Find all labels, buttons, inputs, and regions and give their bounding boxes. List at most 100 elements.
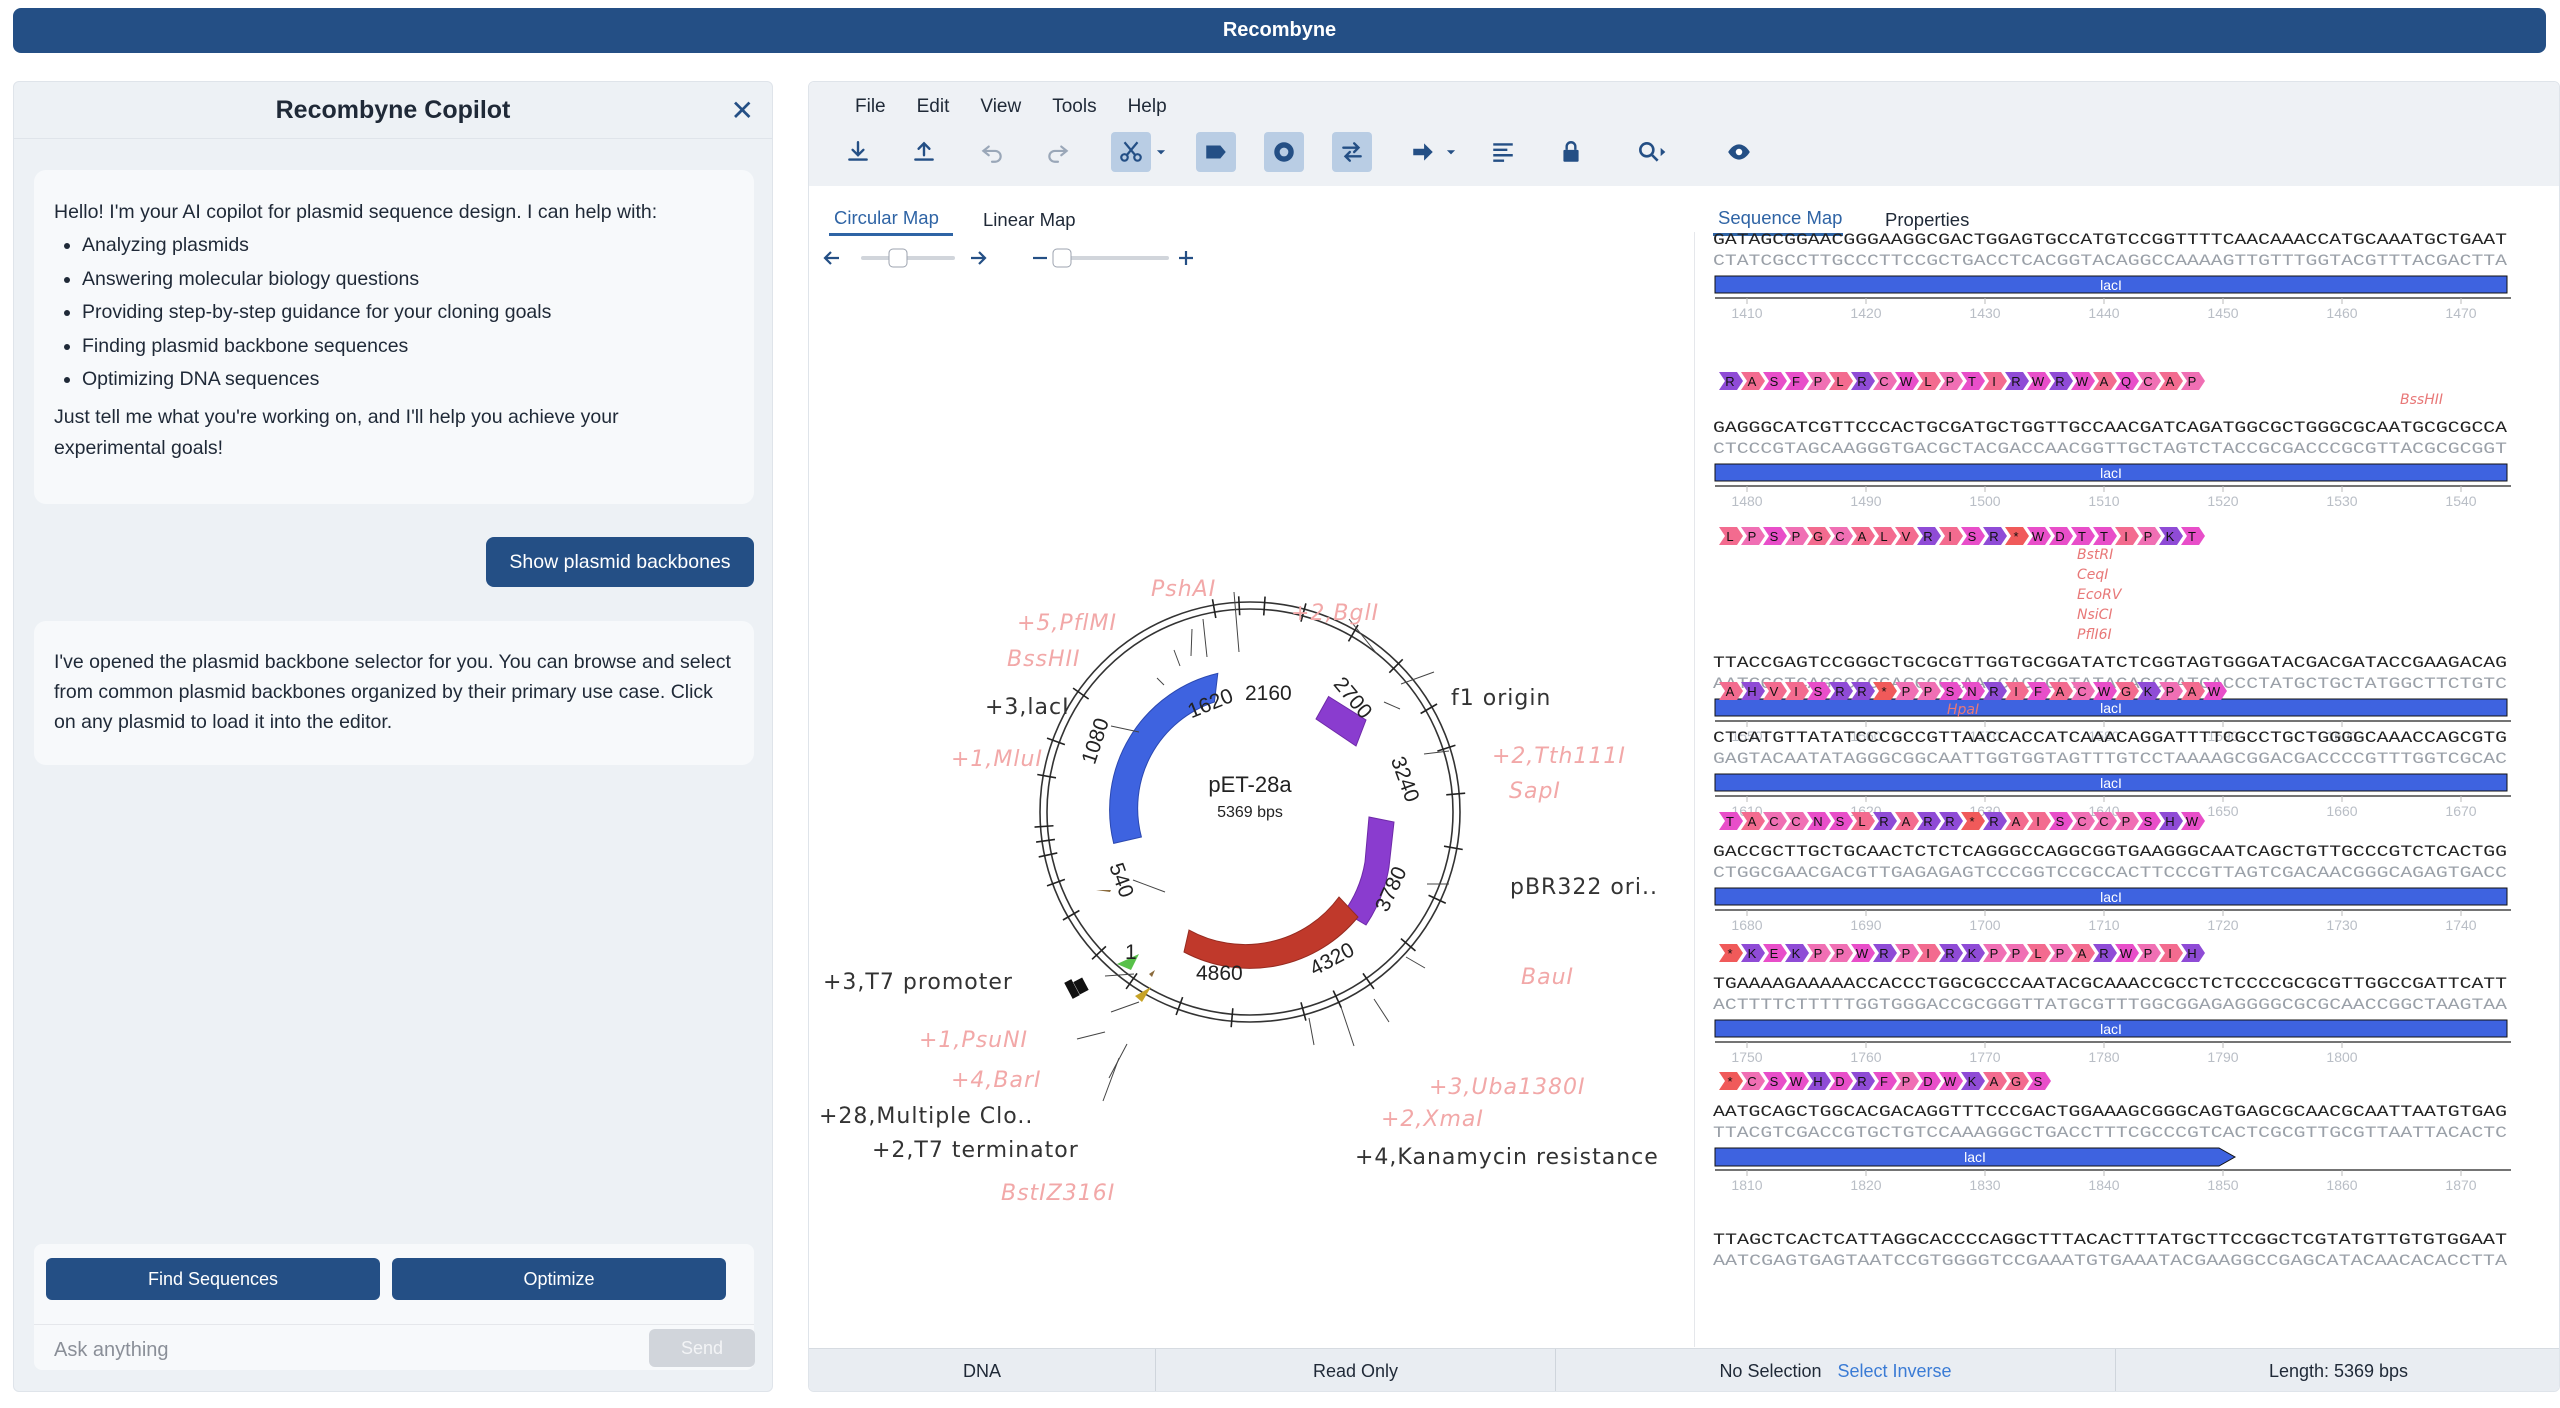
enzyme-site-label[interactable]: CeqI: [2077, 567, 2108, 583]
bottom-strand[interactable]: ACTTTTCTTTTTGGTGGGACCGCGGGTTATGCGTTTGGCG…: [1713, 996, 2508, 1014]
feature-label[interactable]: +3,lacI: [985, 695, 1070, 720]
tab-circular-map[interactable]: Circular Map: [834, 207, 939, 229]
find-sequences-button[interactable]: Find Sequences: [46, 1258, 380, 1300]
chevron-down-icon[interactable]: [1151, 132, 1171, 172]
lock-icon[interactable]: [1551, 132, 1591, 172]
feature-label[interactable]: f1 origin: [1451, 686, 1551, 711]
plasmid-size: 5369 bps: [1217, 804, 1283, 821]
rotate-controls[interactable]: [823, 248, 987, 268]
tab-properties[interactable]: Properties: [1885, 209, 1969, 231]
amino-acid-label: L: [1836, 374, 1843, 389]
top-strand[interactable]: CTCATGTTATATCCCGCCGTTAACCACCATCAAACAGGAT…: [1713, 729, 2507, 747]
tab-sequence-map[interactable]: Sequence Map: [1718, 207, 1842, 229]
feature-label[interactable]: pBR322 ori..: [1510, 875, 1658, 900]
upload-icon[interactable]: [904, 132, 944, 172]
send-button[interactable]: Send: [649, 1329, 755, 1367]
bottom-strand[interactable]: CTGGCGAACGACGTTGAGAGAGTCCCGGTCCGCCACTTCC…: [1713, 864, 2507, 882]
top-strand[interactable]: GACCGCTTGCTGCAACTCTCTCAGGGCCAGGCGGTGAAGG…: [1713, 843, 2507, 861]
feature-label[interactable]: +4,Kanamycin resistance: [1355, 1145, 1659, 1170]
enzyme-label[interactable]: +2,XmaI: [1381, 1107, 1484, 1132]
enzyme-site-label[interactable]: EcoRV: [2077, 587, 2123, 603]
bottom-strand[interactable]: CTATCGCCTTGCCCTTCCGCTGACCTCACGGTACAGGCCA…: [1713, 252, 2508, 270]
zoom-slider-handle[interactable]: [1052, 248, 1072, 268]
bottom-strand[interactable]: TTACGTCGACCGTGCTGTCCAAAGGGCTGACCTTTCGCCC…: [1713, 1124, 2507, 1142]
top-strand[interactable]: TTACCGAGTCCGGGCTGCGCGTTGGTGCGGATATCTCGGT…: [1713, 654, 2507, 672]
cut-icon[interactable]: [1111, 132, 1151, 172]
top-strand[interactable]: AATGCAGCTGGCACGACAGGTTTCCCGACTGGAAAGCGGG…: [1713, 1103, 2507, 1121]
amino-acid-label: R: [1835, 684, 1844, 699]
feature-label[interactable]: +3,T7 promoter: [823, 970, 1013, 995]
enzyme-label[interactable]: +4,BarI: [951, 1068, 1042, 1093]
amino-acid-label: T: [1968, 374, 1976, 389]
optimize-button[interactable]: Optimize: [392, 1258, 726, 1300]
rotate-slider-handle[interactable]: [888, 248, 908, 268]
enzyme-site-label[interactable]: NsiCI: [2077, 607, 2113, 623]
menu-help[interactable]: Help: [1128, 96, 1167, 118]
swap-icon[interactable]: [1332, 132, 1372, 172]
feature-t7-promoter[interactable]: [1096, 890, 1111, 892]
bottom-strand[interactable]: GAGTACAATATAGGGCGGCAATTGGTGGTAGTTTGTCCTA…: [1713, 750, 2507, 768]
enzyme-label[interactable]: +5,PflMI: [1017, 611, 1117, 636]
feature-label[interactable]: +28,Multiple Clo..: [819, 1104, 1033, 1129]
top-strand[interactable]: GAGGGCATCGTTCCCACTGCGATGCTGGTTGCCAACGATC…: [1713, 419, 2508, 437]
eye-icon[interactable]: [1719, 132, 1759, 172]
close-icon[interactable]: ✕: [731, 94, 754, 127]
feature-label[interactable]: +2,T7 terminator: [872, 1138, 1079, 1163]
enzyme-label[interactable]: PshAI: [1151, 577, 1216, 602]
enzyme-site-label[interactable]: BssHII: [2400, 392, 2443, 408]
amino-acid-label: S: [2144, 814, 2153, 829]
amino-acid-label: P: [2144, 529, 2153, 544]
top-strand[interactable]: TTAGCTCACTCATTAGGCACCCCAGGCTTTACACTTTATG…: [1713, 1231, 2507, 1249]
tick-mark: [1046, 737, 1066, 746]
arrow-right-icon[interactable]: [971, 251, 987, 265]
zoom-in-icon[interactable]: [1179, 251, 1193, 265]
amino-acid-label: P: [1792, 529, 1801, 544]
amino-acid-label: P: [2144, 946, 2153, 961]
download-icon[interactable]: [838, 132, 878, 172]
arrow-right-icon[interactable]: [1403, 132, 1443, 172]
arrow-left-icon[interactable]: [823, 251, 839, 265]
undo-icon[interactable]: [972, 132, 1012, 172]
amino-acid-label: *: [1969, 814, 1974, 829]
capability-list: Analyzing plasmids Answering molecular b…: [82, 229, 734, 397]
amino-acid-label: I: [2168, 946, 2172, 961]
amino-acid-label: P: [1990, 946, 1999, 961]
enzyme-label[interactable]: BauI: [1521, 965, 1574, 990]
menu-edit[interactable]: Edit: [917, 96, 950, 118]
ask-input[interactable]: [54, 1335, 634, 1365]
align-icon[interactable]: [1483, 132, 1523, 172]
feature-label-icon[interactable]: [1196, 132, 1236, 172]
enzyme-site-label[interactable]: PflI6I: [2077, 627, 2112, 643]
circular-view-icon[interactable]: [1264, 132, 1304, 172]
zoom-controls[interactable]: [1033, 248, 1193, 268]
enzyme-label[interactable]: BssHII: [1007, 647, 1081, 672]
amino-acid-label: S: [2056, 814, 2065, 829]
redo-icon[interactable]: [1038, 132, 1078, 172]
tab-linear-map[interactable]: Linear Map: [983, 209, 1076, 231]
amino-acid-label: P: [2122, 814, 2131, 829]
user-message-bubble[interactable]: Show plasmid backbones: [486, 537, 754, 587]
enzyme-site-label[interactable]: HpaI: [1947, 702, 1979, 718]
bottom-strand[interactable]: CTCCCGTAGCAAGGGTGACGCTACGACCAACGGTTGCTAG…: [1713, 440, 2507, 458]
chevron-down-icon[interactable]: [1441, 132, 1461, 172]
enzyme-label[interactable]: +3,Uba1380I: [1429, 1075, 1585, 1100]
top-strand[interactable]: TGAAAAGAAAAACCACCCTGGCGCCCAATACGCAAACCGC…: [1713, 975, 2507, 993]
enzyme-label[interactable]: +1,MluI: [951, 747, 1043, 772]
bottom-strand[interactable]: AATCGAGTGAGTAATCCGTGGGGTCCGAAATGTGAAATAC…: [1713, 1252, 2508, 1270]
enzyme-label[interactable]: +1,PsuNI: [919, 1028, 1028, 1053]
menu-file[interactable]: File: [855, 96, 886, 118]
menu-tools[interactable]: Tools: [1052, 96, 1096, 118]
amino-acid-label: W: [2186, 814, 2199, 829]
top-strand[interactable]: GATAGCGGAACGGGAAGGCGACTGGAGTGCCATGTCCGGT…: [1713, 232, 2507, 249]
enzyme-site-label[interactable]: BstRI: [2077, 547, 2113, 563]
enzyme-label[interactable]: +2,BglI: [1291, 601, 1379, 626]
ruler-label: 1470: [2445, 305, 2476, 321]
amino-acid-label: P: [1946, 374, 1955, 389]
sequence-row: GATAGCGGAACGGGAAGGCGACTGGAGTGCCATGTCCGGT…: [1713, 232, 2511, 321]
caret-right-icon[interactable]: [1655, 132, 1671, 172]
enzyme-label[interactable]: SapI: [1509, 779, 1561, 804]
select-inverse-link[interactable]: Select Inverse: [1838, 1361, 1952, 1382]
menu-view[interactable]: View: [980, 96, 1021, 118]
enzyme-label[interactable]: BstIZ316I: [1001, 1181, 1115, 1206]
enzyme-label[interactable]: +2,Tth111I: [1492, 744, 1626, 769]
